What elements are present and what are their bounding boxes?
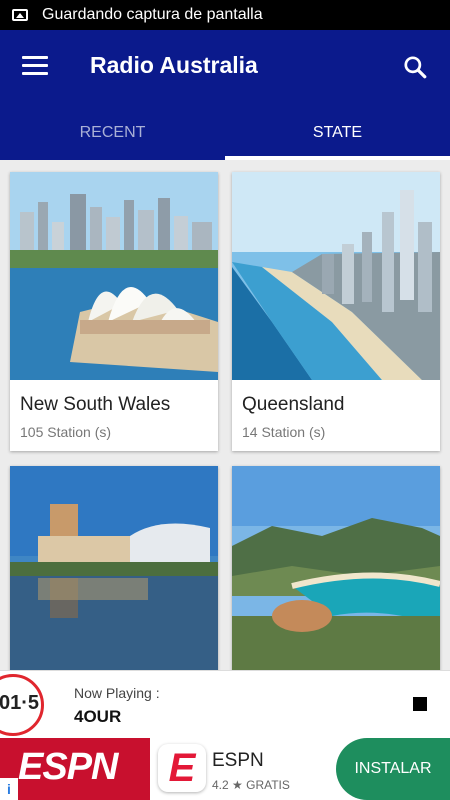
screenshot-icon (12, 9, 28, 21)
state-card-3[interactable] (10, 466, 218, 670)
tab-state[interactable]: STATE (225, 106, 450, 160)
menu-icon[interactable] (22, 56, 48, 76)
state-card-4[interactable] (232, 466, 440, 670)
tab-bar: RECENT STATE (0, 106, 450, 160)
state-name: Queensland (242, 394, 345, 415)
gold-coast-beach-photo (232, 172, 440, 380)
stop-icon[interactable] (413, 697, 427, 711)
station-count: 14 Station (s) (242, 424, 326, 440)
sydney-opera-house-photo (10, 172, 218, 380)
tasmania-bay-photo (232, 466, 440, 670)
state-card-new-south-wales[interactable]: New South Wales 105 Station (s) (10, 172, 218, 451)
app-bar: Radio Australia RECENT STATE (0, 30, 450, 160)
state-name: New South Wales (20, 394, 171, 415)
ad-rating: 4.2 ★ GRATIS (212, 778, 290, 792)
now-playing-bar[interactable]: 01·5 Now Playing : 4OUR (0, 670, 450, 739)
tab-recent[interactable]: RECENT (0, 106, 225, 160)
adelaide-river-city-photo (10, 466, 218, 670)
station-logo: 01·5 (0, 674, 44, 736)
station-count: 105 Station (s) (20, 424, 112, 440)
ad-banner[interactable]: ESPN i E ESPN 4.2 ★ GRATIS INSTALAR (0, 738, 450, 800)
search-icon[interactable] (402, 54, 428, 80)
ad-info-icon[interactable]: i (0, 778, 18, 800)
ad-image[interactable]: ESPN (0, 738, 150, 800)
app-title: Radio Australia (90, 52, 258, 78)
now-playing-station: 4OUR (74, 707, 122, 726)
now-playing-label: Now Playing : (74, 685, 160, 701)
status-text: Guardando captura de pantalla (42, 6, 263, 23)
espn-app-icon: E (158, 744, 206, 792)
ad-app-name: ESPN (212, 750, 264, 771)
state-grid: New South Wales 105 Station (s) Queensla… (0, 160, 450, 670)
status-bar: Guardando captura de pantalla (0, 0, 450, 30)
state-card-queensland[interactable]: Queensland 14 Station (s) (232, 172, 440, 451)
install-button[interactable]: INSTALAR (336, 738, 450, 800)
